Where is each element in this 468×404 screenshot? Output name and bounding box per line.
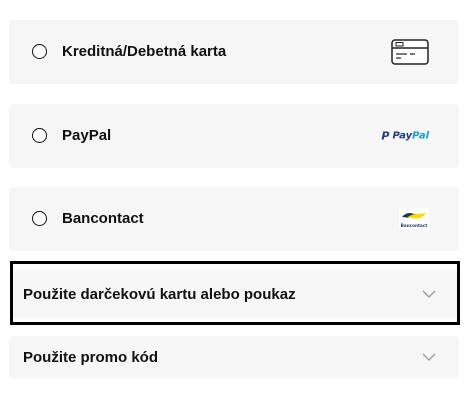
promo-code-label: Použite promo kód: [23, 348, 158, 366]
radio-button[interactable]: [32, 211, 47, 226]
gift-card-label: Použite darčekovú kartu alebo poukaz: [23, 285, 296, 303]
paypal-logo-wordmark: PayPal: [392, 130, 429, 142]
radio-button[interactable]: [32, 128, 47, 143]
payment-option-label: Bancontact: [62, 210, 144, 227]
payment-methods: Kreditná/Debetná karta PayPal P PayPal B…: [0, 0, 468, 404]
payment-option-bancontact[interactable]: Bancontact Bancontact: [9, 187, 459, 251]
promo-code-accordion[interactable]: Použite promo kód: [9, 336, 459, 378]
paypal-logo: P PayPal: [381, 130, 429, 143]
credit-card-icon: [391, 39, 429, 65]
bancontact-logo-text: Bancontact: [401, 223, 428, 228]
paypal-logo-mark: P: [381, 129, 390, 143]
payment-option-card[interactable]: Kreditná/Debetná karta: [9, 20, 459, 84]
bancontact-logo: Bancontact: [399, 208, 429, 230]
chevron-down-icon: [422, 290, 436, 298]
radio-button[interactable]: [32, 44, 47, 59]
gift-card-accordion[interactable]: Použite darčekovú kartu alebo poukaz: [9, 270, 459, 318]
chevron-down-icon: [422, 353, 436, 361]
payment-option-label: Kreditná/Debetná karta: [62, 43, 227, 60]
payment-option-paypal[interactable]: PayPal P PayPal: [9, 104, 459, 168]
payment-option-label: PayPal: [62, 127, 112, 144]
